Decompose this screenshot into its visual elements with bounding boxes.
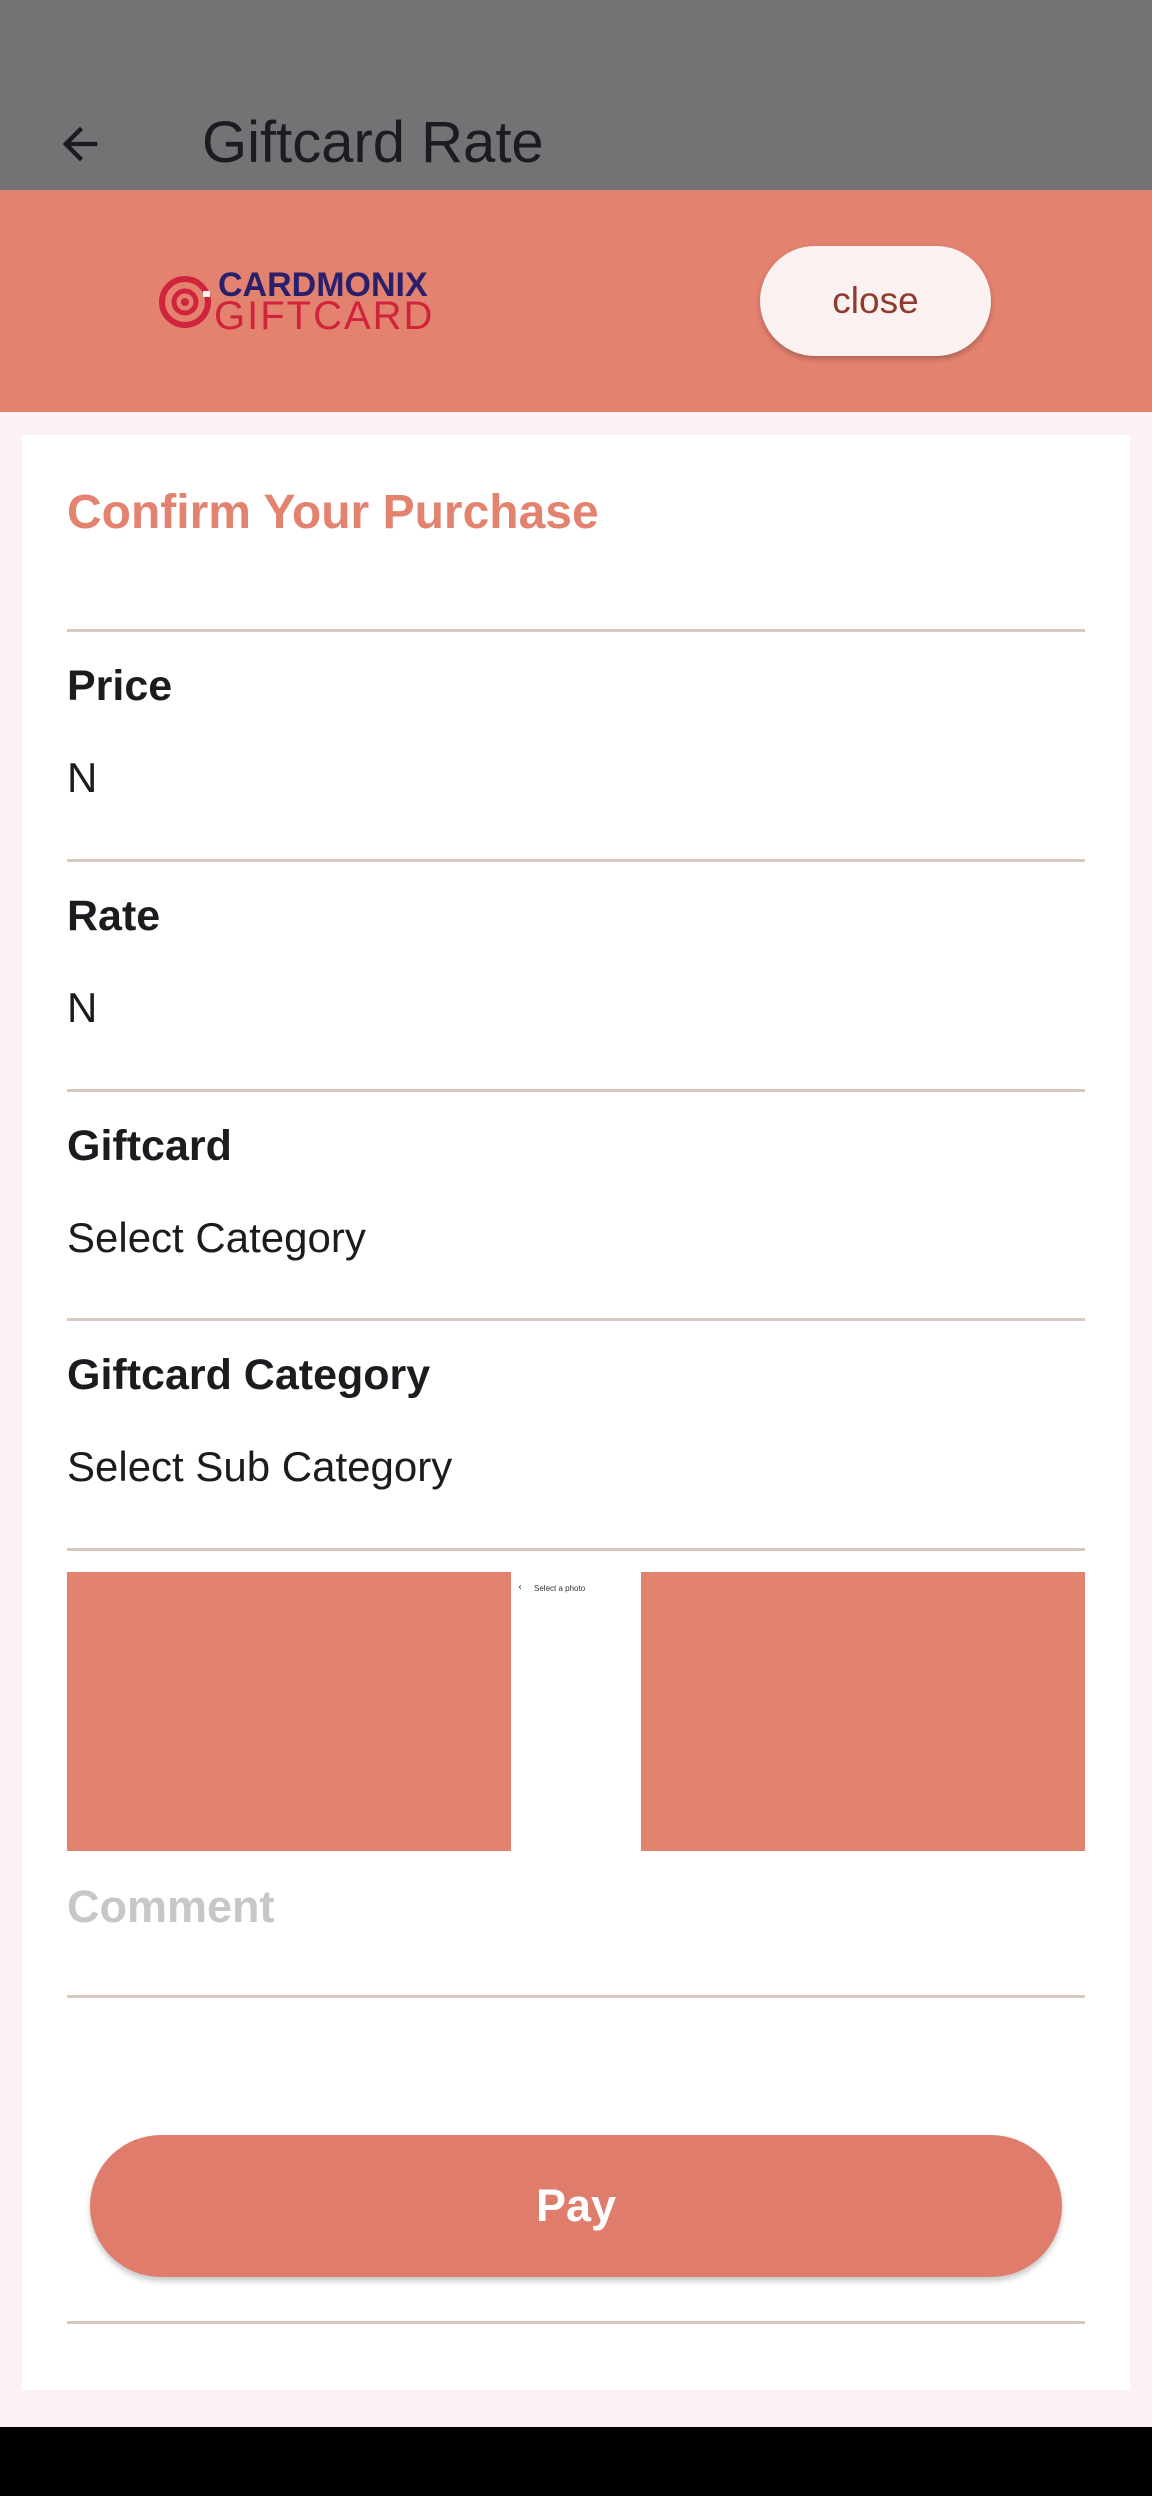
giftcard-label: Giftcard	[67, 1122, 232, 1170]
picker-back-icon: ‹	[518, 1582, 522, 1593]
divider	[67, 2321, 1085, 2324]
back-button[interactable]	[48, 112, 112, 176]
photo-picker-preview	[512, 1572, 640, 1851]
giftcard-category-label: Giftcard Category	[67, 1351, 431, 1399]
page-title: Giftcard Rate	[202, 110, 544, 175]
photo-upload-left[interactable]	[67, 1572, 511, 1851]
divider	[67, 1995, 1085, 1998]
app-bar	[0, 0, 1152, 190]
photo-upload-right[interactable]	[641, 1572, 1085, 1851]
logo-wordmark-bottom: GIFTCARD	[214, 294, 435, 338]
system-navigation-bar	[0, 2427, 1152, 2496]
divider	[67, 629, 1085, 632]
divider	[67, 1089, 1085, 1092]
sub-category-select[interactable]: Select Sub Category	[67, 1443, 452, 1491]
picker-title: Select a photo	[534, 1584, 586, 1593]
price-label: Price	[67, 662, 173, 710]
price-value: N	[67, 754, 98, 801]
pay-button[interactable]: Pay	[90, 2135, 1062, 2277]
giftcard-category-select[interactable]: Select Category	[67, 1214, 366, 1262]
purchase-card	[22, 435, 1130, 2390]
divider	[67, 1318, 1085, 1321]
close-button[interactable]: close	[760, 246, 991, 356]
arrow-left-icon	[62, 126, 98, 162]
divider	[67, 1548, 1085, 1551]
divider	[67, 859, 1085, 862]
comment-input[interactable]	[67, 1852, 1085, 1962]
confirm-purchase-title: Confirm Your Purchase	[67, 486, 599, 539]
rate-value: N	[67, 984, 98, 1031]
rate-label: Rate	[67, 892, 161, 940]
